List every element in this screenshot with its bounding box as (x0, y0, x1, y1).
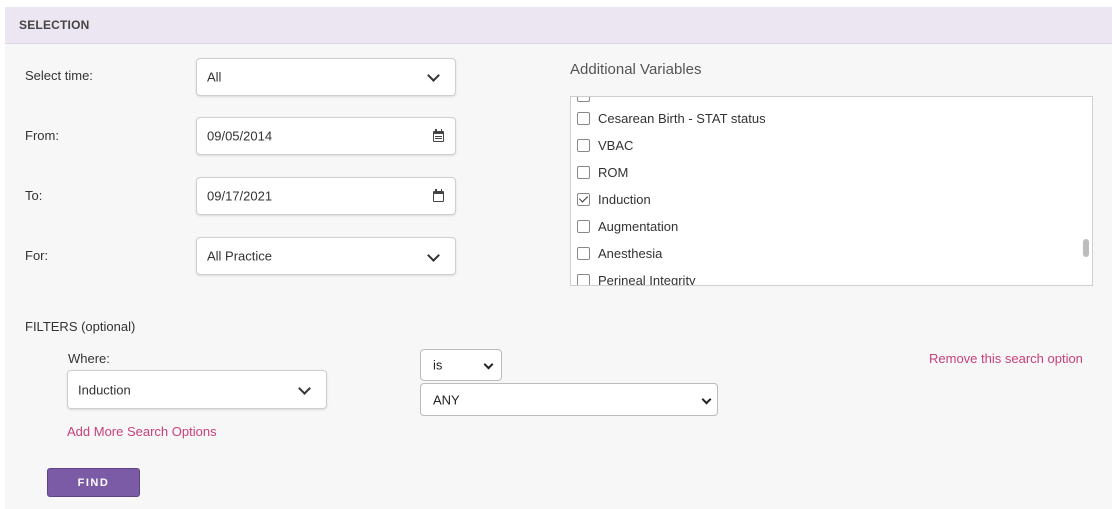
remove-search-option-link[interactable]: Remove this search option (929, 351, 1083, 366)
panel-title: SELECTION (19, 18, 90, 32)
to-date-input[interactable]: 09/17/2021 (196, 177, 456, 215)
for-dropdown[interactable]: All Practice (196, 237, 456, 275)
match-select[interactable]: ANY (420, 383, 718, 416)
checkbox[interactable] (577, 165, 590, 179)
checkbox[interactable] (577, 273, 590, 285)
additional-variables-title: Additional Variables (570, 61, 702, 78)
operator-select[interactable]: is (420, 349, 502, 381)
select-time-dropdown[interactable]: All (196, 58, 456, 96)
chevron-down-icon (427, 69, 440, 82)
select-time-value: All (207, 69, 222, 85)
from-date-value: 09/05/2014 (207, 128, 273, 144)
operator-value: is (433, 357, 443, 373)
for-label: For: (25, 248, 49, 263)
checkbox[interactable] (577, 219, 590, 233)
from-date-input[interactable]: 09/05/2014 (196, 117, 456, 155)
chevron-down-icon (427, 249, 440, 262)
calendar-icon[interactable] (433, 189, 444, 202)
checkbox-checked[interactable] (577, 192, 590, 206)
variable-item-augmentation[interactable]: Augmentation (577, 216, 678, 236)
filter-field-value: Induction (78, 382, 131, 397)
find-button[interactable]: FIND (47, 468, 140, 497)
filters-heading: FILTERS (optional) (25, 319, 136, 334)
variable-item-anesthesia[interactable]: Anesthesia (577, 243, 662, 263)
to-date-value: 09/17/2021 (207, 188, 273, 204)
filter-field-dropdown[interactable]: Induction (67, 370, 327, 409)
checkbox[interactable] (577, 138, 590, 152)
from-label: From: (25, 128, 59, 143)
checkbox[interactable] (577, 246, 590, 260)
checkbox[interactable] (577, 97, 590, 102)
select-time-label: Select time: (25, 68, 93, 83)
chevron-down-icon (701, 394, 712, 405)
checkbox[interactable] (577, 111, 590, 125)
for-value: All Practice (207, 248, 273, 264)
variable-item-rom[interactable]: ROM (577, 162, 628, 182)
variable-item[interactable] (577, 97, 598, 105)
panel-header: SELECTION (5, 7, 1112, 44)
variable-item-induction[interactable]: Induction (577, 189, 651, 209)
chevron-down-icon (298, 382, 311, 395)
variable-item-vbac[interactable]: VBAC (577, 135, 633, 155)
chevron-down-icon (483, 359, 494, 370)
match-value: ANY (433, 392, 460, 407)
additional-variables-list[interactable]: Cesarean Birth - STAT status VBAC ROM In… (570, 96, 1093, 286)
variable-item-perineal-integrity[interactable]: Perineal Integrity (577, 270, 696, 285)
add-more-search-options-link[interactable]: Add More Search Options (67, 424, 217, 439)
calendar-icon[interactable] (433, 129, 444, 142)
variable-item-cesarean-stat[interactable]: Cesarean Birth - STAT status (577, 108, 766, 128)
to-label: To: (25, 188, 43, 203)
scrollbar-thumb[interactable] (1083, 239, 1089, 257)
where-label: Where: (68, 351, 110, 366)
